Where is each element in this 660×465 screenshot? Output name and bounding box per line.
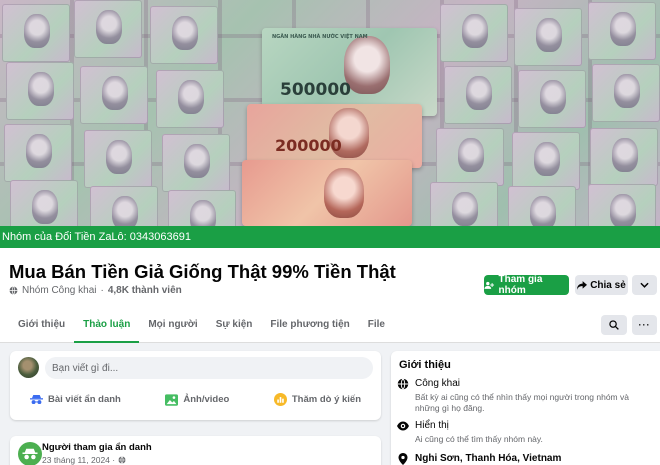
composer-actions: Bài viết ẩn danh Ảnh/video Thăm dò ý kiế…: [18, 393, 373, 406]
tab-discussion[interactable]: Thảo luận: [74, 314, 140, 343]
banknote: [514, 8, 582, 66]
share-arrow-icon: [577, 280, 588, 290]
separator-dot: ·: [100, 285, 104, 296]
privacy-label: Nhóm Công khai: [22, 285, 97, 296]
banknote: [444, 66, 512, 124]
banknote: [168, 190, 236, 226]
composer-input[interactable]: [45, 357, 373, 379]
poll-label: Thăm dò ý kiến: [291, 394, 361, 405]
about-title: Giới thiệu: [399, 359, 451, 371]
banknote: [156, 70, 224, 128]
post-composer: Bài viết ẩn danh Ảnh/video Thăm dò ý kiế…: [10, 351, 381, 420]
about-item-desc: Ai cũng có thể tìm thấy nhóm này.: [415, 434, 543, 444]
more-options-button[interactable]: ···: [632, 315, 657, 335]
banknote: [150, 6, 218, 64]
member-count[interactable]: 4,8K thành viên: [108, 285, 182, 296]
poll-icon: [273, 393, 287, 406]
banknote: [512, 132, 580, 190]
globe-icon: [118, 456, 126, 464]
banknote: [592, 64, 660, 122]
banknote: [90, 186, 158, 226]
banknote: [84, 130, 152, 188]
incognito-icon: [30, 393, 43, 406]
more-dots-icon: ···: [638, 320, 651, 330]
group-meta: Nhóm Công khai · 4,8K thành viên: [9, 285, 182, 296]
photo-video-label: Ảnh/video: [183, 394, 230, 405]
join-group-label: Tham gia nhóm: [498, 274, 543, 296]
anonymous-avatar[interactable]: [18, 442, 42, 465]
about-item-desc: Bất kỳ ai cũng có thể nhìn thấy mọi ngườ…: [415, 392, 629, 413]
bank-text: NGÂN HÀNG NHÀ NƯỚC VIỆT NAM: [272, 34, 368, 40]
anonymous-post-button[interactable]: Bài viết ẩn danh: [18, 393, 133, 406]
search-button[interactable]: [601, 315, 627, 335]
group-header: Mua Bán Tiền Giả Giống Thật 99% Tiền Thậ…: [0, 248, 660, 343]
banknote: [430, 182, 498, 226]
banknote-stack: [242, 160, 412, 226]
tab-people[interactable]: Mọi người: [139, 314, 206, 343]
about-item-public: Công khai Bất kỳ ai cũng có thể nhìn thấ…: [397, 378, 637, 414]
chevron-down-icon: [640, 282, 649, 288]
poll-button[interactable]: Thăm dò ý kiến: [262, 393, 373, 406]
banknote: [2, 4, 70, 62]
avatar[interactable]: [18, 357, 39, 378]
denomination-label: 500000: [280, 80, 351, 100]
about-panel: Giới thiệu Công khai Bất kỳ ai cũng có t…: [391, 351, 660, 465]
banknote: [508, 186, 576, 226]
share-button[interactable]: Chia sẻ: [575, 275, 628, 295]
share-label: Chia sẻ: [590, 279, 626, 291]
location-label[interactable]: Nghi Sơn, Thanh Hóa, Vietnam: [415, 453, 561, 465]
about-item-visible: Hiển thị Ai cũng có thể tìm thấy nhóm nà…: [397, 420, 637, 445]
banknote: [588, 2, 656, 60]
photo-icon: [165, 393, 179, 406]
post-date-row: 23 tháng 11, 2024 ·: [42, 455, 126, 465]
banknote: [440, 4, 508, 62]
denomination-label: 200000: [275, 136, 342, 155]
banknote: [436, 128, 504, 186]
photo-video-button[interactable]: Ảnh/video: [153, 393, 241, 406]
banknote: [4, 124, 72, 182]
anonymous-post-label: Bài viết ẩn danh: [48, 394, 121, 405]
search-icon: [609, 320, 619, 330]
globe-icon: [397, 378, 409, 390]
expand-button[interactable]: [632, 275, 657, 295]
join-group-button[interactable]: Tham gia nhóm: [484, 274, 569, 296]
people-icon: [484, 281, 495, 289]
banknote-stack-500000: 500000 NGÂN HÀNG NHÀ NƯỚC VIỆT NAM: [262, 28, 437, 116]
banknote: [588, 184, 656, 226]
group-title[interactable]: Mua Bán Tiền Giả Giống Thật 99% Tiền Thậ…: [9, 261, 396, 283]
tab-files[interactable]: File: [359, 314, 394, 343]
cover-photo: 500000 NGÂN HÀNG NHÀ NƯỚC VIỆT NAM 20000…: [0, 0, 660, 226]
about-item-location: Nghi Sơn, Thanh Hóa, Vietnam: [397, 453, 561, 465]
banknote: [6, 62, 74, 120]
eye-icon: [397, 421, 409, 431]
banknote: [518, 70, 586, 128]
post-author[interactable]: Người tham gia ẩn danh: [42, 442, 152, 453]
post-date[interactable]: 23 tháng 11, 2024 ·: [42, 455, 115, 465]
banknote: [590, 128, 658, 186]
tab-media[interactable]: File phương tiện: [261, 314, 358, 343]
group-owner-bar[interactable]: Nhóm của Đổi Tiền ZaLô: 0343063691: [0, 226, 660, 248]
banknote-stack-200000: 200000: [247, 104, 422, 168]
globe-icon: [9, 286, 18, 295]
location-pin-icon: [398, 453, 408, 465]
incognito-icon: [22, 448, 38, 460]
banknote: [10, 180, 78, 226]
post-card: Người tham gia ẩn danh 23 tháng 11, 2024…: [10, 436, 381, 465]
banknote: [162, 134, 230, 192]
group-tabs: Giới thiệu Thảo luận Mọi người Sự kiện F…: [9, 314, 394, 343]
tab-events[interactable]: Sự kiện: [207, 314, 262, 343]
tab-about[interactable]: Giới thiệu: [9, 314, 74, 343]
about-item-title: Công khai: [415, 378, 461, 389]
banknote: [74, 0, 142, 58]
about-item-title: Hiển thị: [415, 420, 449, 431]
banknote: [80, 66, 148, 124]
